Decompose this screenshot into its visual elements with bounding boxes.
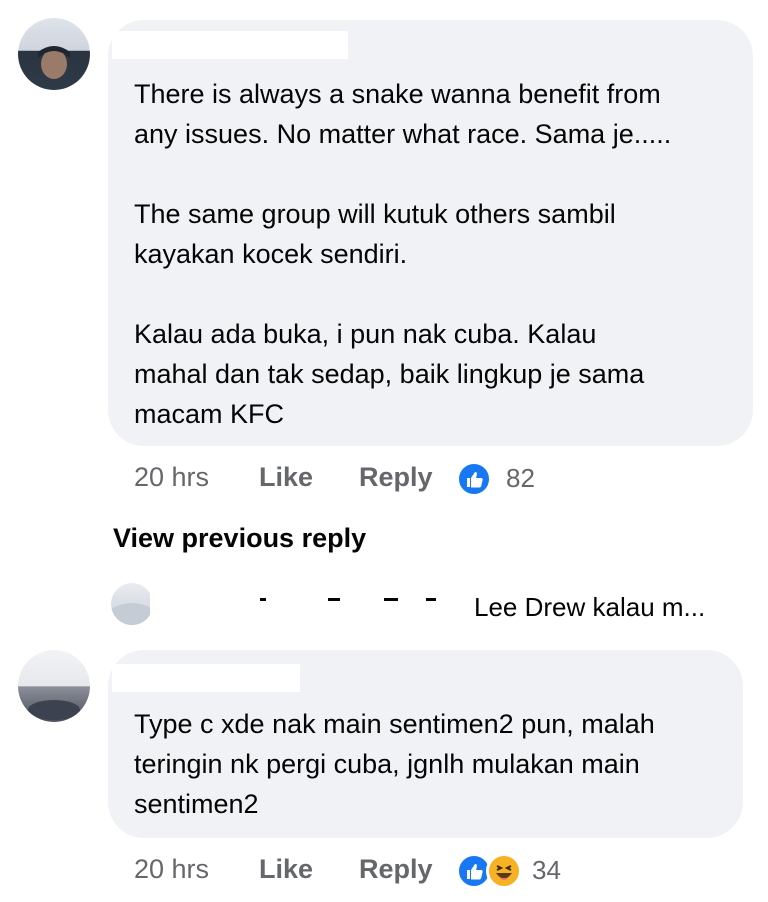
comment-text: There is always a snake wanna benefit fr… [134,79,672,429]
reply-avatar[interactable] [111,583,153,625]
reaction-count[interactable]: 34 [532,855,561,886]
redacted-author-name [112,664,300,692]
comment-timestamp[interactable]: 20 hrs [134,854,209,885]
redaction-remnants [260,598,436,601]
redacted-author-name [112,31,348,59]
avatar-image-2 [28,700,80,720]
reply-button[interactable]: Reply [359,854,433,885]
reply-preview-text[interactable]: Lee Drew kalau m... [474,592,705,623]
commenter-avatar[interactable] [18,650,90,722]
view-previous-reply-link[interactable]: View previous reply [113,523,366,554]
comment-timestamp[interactable]: 20 hrs [134,462,209,493]
like-button[interactable]: Like [259,462,313,493]
comment-text: Type c xde nak main sentimen2 pun, malah… [134,709,655,819]
reply-button[interactable]: Reply [359,462,433,493]
avatar-image [38,46,70,79]
haha-emoji-icon[interactable] [486,853,522,889]
commenter-avatar[interactable] [18,18,90,90]
reply-avatar-image [111,603,153,625]
thumbs-up-icon[interactable] [456,461,492,497]
reaction-count[interactable]: 82 [506,463,535,494]
like-button[interactable]: Like [259,854,313,885]
